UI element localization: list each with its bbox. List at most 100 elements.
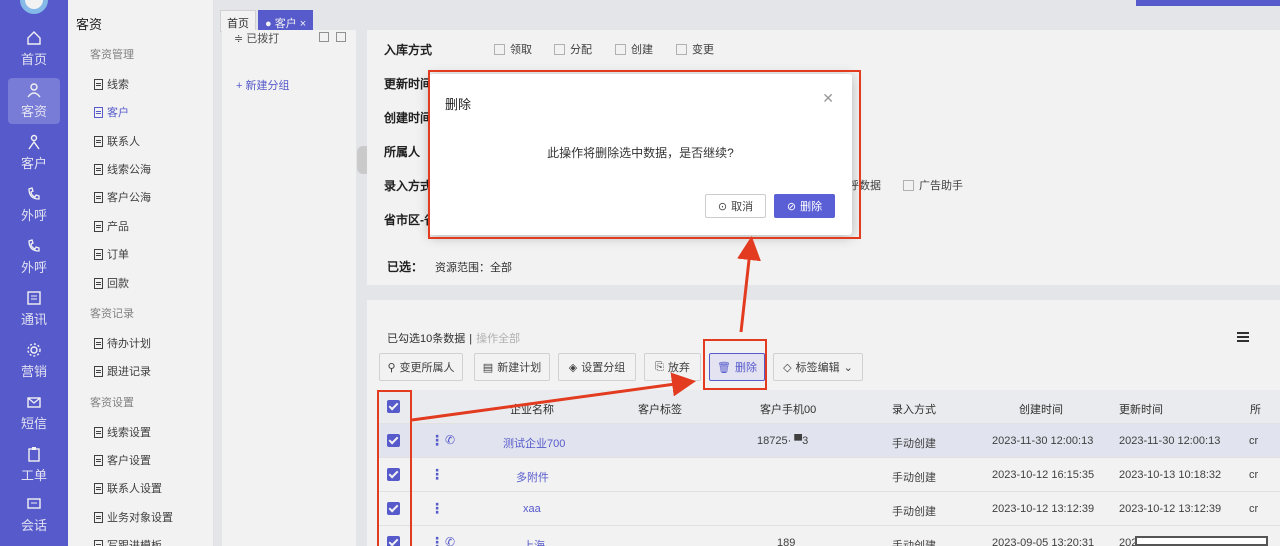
- edit-icon[interactable]: [319, 32, 329, 42]
- cell-company[interactable]: 测试企业700: [503, 435, 565, 451]
- menu-item-leads[interactable]: 线索: [94, 76, 129, 92]
- rail-item-chat[interactable]: 会话: [8, 492, 60, 538]
- rail-label: 客资: [20, 104, 47, 119]
- more-icon[interactable]: [430, 537, 444, 546]
- phone-call-icon: [28, 239, 40, 252]
- checkbox[interactable]: [903, 179, 914, 191]
- menu-item-lead-settings[interactable]: 线索设置: [94, 424, 151, 440]
- cell-created: 2023-09-05 13:20:31: [992, 537, 1095, 546]
- header-company[interactable]: 企业名称: [510, 401, 554, 417]
- column-settings-icon[interactable]: [1237, 332, 1249, 342]
- cell-created: 2023-10-12 13:12:39: [992, 503, 1095, 515]
- tab-home[interactable]: 首页: [220, 10, 256, 32]
- phone-icon[interactable]: ✆: [445, 433, 455, 447]
- menu-item-lead-pool[interactable]: 线索公海: [94, 161, 151, 177]
- cell-company[interactable]: 多附件: [516, 469, 549, 485]
- menu-item-object-settings[interactable]: 业务对象设置: [94, 509, 173, 525]
- table-header: 企业名称 客户标签 客户手机00 录入方式 创建时间 更新时间 所: [377, 390, 1280, 424]
- header-phone[interactable]: 客户手机00: [760, 401, 816, 417]
- option-create[interactable]: 创建: [615, 41, 653, 57]
- rail-label: 营销: [20, 364, 47, 379]
- rail-item-customers[interactable]: 客户: [8, 130, 60, 176]
- menu-group-manage: 客资管理: [90, 49, 134, 61]
- header-entry[interactable]: 录入方式: [892, 401, 936, 417]
- document-icon: [94, 191, 103, 203]
- group-called[interactable]: ≑ 已拨打: [234, 30, 346, 46]
- new-group-button[interactable]: + 新建分组: [236, 77, 289, 93]
- menu-item-contact-settings[interactable]: 联系人设置: [94, 480, 162, 496]
- cell-owner: cr: [1249, 469, 1259, 481]
- menu-item-customers[interactable]: 客户: [94, 104, 129, 120]
- rail-label: 首页: [20, 52, 47, 67]
- document-icon: [94, 426, 103, 438]
- document-icon: [94, 248, 103, 260]
- menu-item-followup-template[interactable]: 写跟进模板: [94, 537, 162, 546]
- user-icon: ⚲: [387, 361, 396, 374]
- menu-item-products[interactable]: 产品: [94, 218, 129, 234]
- checkbox[interactable]: [615, 43, 626, 55]
- menu-group-records: 客资记录: [90, 308, 134, 320]
- header-updated[interactable]: 更新时间: [1119, 401, 1163, 417]
- layers-icon: ◈: [568, 361, 578, 374]
- menu-item-customer-settings[interactable]: 客户设置: [94, 452, 151, 468]
- menu-item-followups[interactable]: 跟进记录: [94, 363, 151, 379]
- filter-label-owner: 所属人: [384, 145, 421, 159]
- home-icon: [27, 31, 41, 45]
- filter-label-entry: 录入方式: [384, 179, 433, 193]
- rail-item-outbound-2[interactable]: 外呼: [8, 234, 60, 280]
- document-icon: [94, 106, 103, 118]
- table-row[interactable]: ✆ 测试企业700 18725· ▀3 手动创建 2023-11-30 12:0…: [377, 424, 1280, 458]
- option-claim[interactable]: 领取: [494, 41, 532, 57]
- filter-label-storage: 入库方式: [384, 43, 433, 57]
- option-assign[interactable]: 分配: [554, 41, 592, 57]
- gear-icon: [27, 343, 41, 357]
- option-ad-assistant[interactable]: 广告助手: [903, 177, 963, 193]
- mail-icon: [27, 397, 41, 408]
- document-icon: [94, 454, 103, 466]
- new-plan-button[interactable]: ▤ 新建计划: [474, 353, 550, 381]
- select-all-link[interactable]: 操作全部: [476, 333, 520, 345]
- change-owner-button[interactable]: ⚲ 变更所属人: [379, 353, 463, 381]
- abandon-button[interactable]: ⎘ 放弃: [644, 353, 701, 381]
- header-tags[interactable]: 客户标签: [638, 401, 682, 417]
- menu-item-customer-pool[interactable]: 客户公海: [94, 189, 151, 205]
- rail-label: 外呼: [20, 208, 47, 223]
- more-icon[interactable]: [430, 435, 444, 446]
- selected-tag[interactable]: 资源范围：全部: [435, 262, 512, 274]
- header-created[interactable]: 创建时间: [1019, 401, 1063, 417]
- set-group-button[interactable]: ◈ 设置分组: [558, 353, 636, 381]
- rail-item-outbound[interactable]: 外呼: [8, 182, 60, 228]
- delete-icon[interactable]: [336, 32, 346, 42]
- phone-icon[interactable]: ✆: [445, 535, 455, 546]
- tab-customers[interactable]: ● 客户 ×: [258, 10, 314, 32]
- menu-item-payments[interactable]: 回款: [94, 275, 129, 291]
- table-row[interactable]: 多附件 手动创建 2023-10-12 16:15:35 2023-10-13 …: [377, 458, 1280, 492]
- menu-item-contacts[interactable]: 联系人: [94, 133, 140, 149]
- rail-item-leads[interactable]: 客资: [8, 78, 60, 124]
- collapse-handle[interactable]: [357, 146, 367, 174]
- rail-item-home[interactable]: 首页: [8, 26, 60, 72]
- rail-item-marketing[interactable]: 营销: [8, 338, 60, 384]
- cell-phone: 18725· ▀3: [757, 435, 809, 447]
- document-icon: [94, 365, 103, 377]
- selection-info: 已勾选10条数据 | 操作全部: [387, 333, 521, 345]
- rail-item-contacts[interactable]: 通讯: [8, 286, 60, 332]
- calendar-icon: [27, 291, 41, 305]
- tag-edit-button[interactable]: ◇ 标签编辑 ⌄: [773, 353, 863, 381]
- checkbox[interactable]: [494, 43, 505, 55]
- cell-company[interactable]: 上海: [523, 537, 545, 546]
- cell-company[interactable]: xaa: [523, 503, 541, 515]
- checkbox[interactable]: [676, 43, 687, 55]
- more-icon[interactable]: [430, 469, 444, 480]
- rail-item-tickets[interactable]: 工单: [8, 442, 60, 488]
- menu-item-orders[interactable]: 订单: [94, 246, 129, 262]
- table-row[interactable]: xaa 手动创建 2023-10-12 13:12:39 2023-10-12 …: [377, 492, 1280, 526]
- more-icon[interactable]: [430, 503, 444, 514]
- cell-entry: 手动创建: [892, 472, 936, 484]
- header-owner[interactable]: 所: [1250, 401, 1261, 417]
- menu-item-todo-plans[interactable]: 待办计划: [94, 335, 151, 351]
- option-change[interactable]: 变更: [676, 41, 714, 57]
- annotation-delete-box: [703, 339, 767, 390]
- rail-item-sms[interactable]: 短信: [8, 390, 60, 436]
- checkbox[interactable]: [554, 43, 565, 55]
